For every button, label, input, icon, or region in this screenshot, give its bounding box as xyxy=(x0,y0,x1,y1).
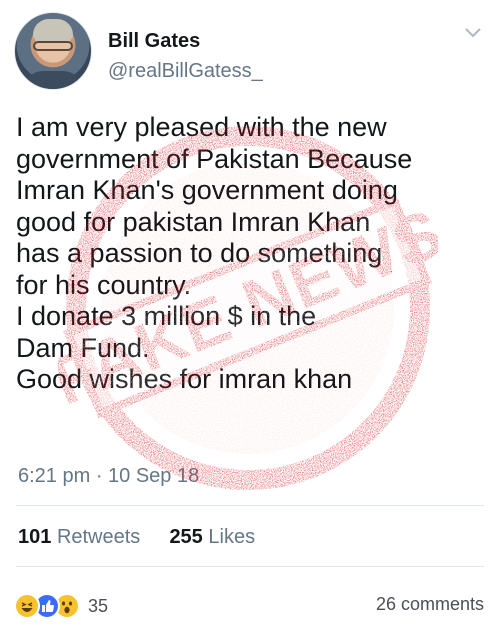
avatar[interactable] xyxy=(14,12,92,90)
author-handle[interactable]: @realBillGatess_ xyxy=(108,60,263,83)
retweets-count[interactable]: 101 xyxy=(18,526,51,548)
tweet-stats: 101 Retweets 255 Likes xyxy=(18,526,255,549)
divider xyxy=(16,505,484,506)
tweet-text: I am very pleased with the new governmen… xyxy=(16,112,413,394)
likes-label[interactable]: Likes xyxy=(208,526,255,548)
comments-count[interactable]: 26 comments xyxy=(376,594,484,615)
reactions-count[interactable]: 35 xyxy=(88,596,108,617)
chevron-down-icon[interactable] xyxy=(464,26,482,40)
tweet-header: Bill Gates @realBillGatess_ xyxy=(14,12,486,92)
likes-count[interactable]: 255 xyxy=(169,526,202,548)
author-name[interactable]: Bill Gates xyxy=(108,30,200,53)
tweet-timestamp[interactable]: 6:21 pm · 10 Sep 18 xyxy=(18,465,199,488)
reactions-bar[interactable]: 35 xyxy=(14,593,108,619)
haha-icon xyxy=(14,593,40,619)
divider xyxy=(16,566,484,567)
retweets-label[interactable]: Retweets xyxy=(57,526,140,548)
